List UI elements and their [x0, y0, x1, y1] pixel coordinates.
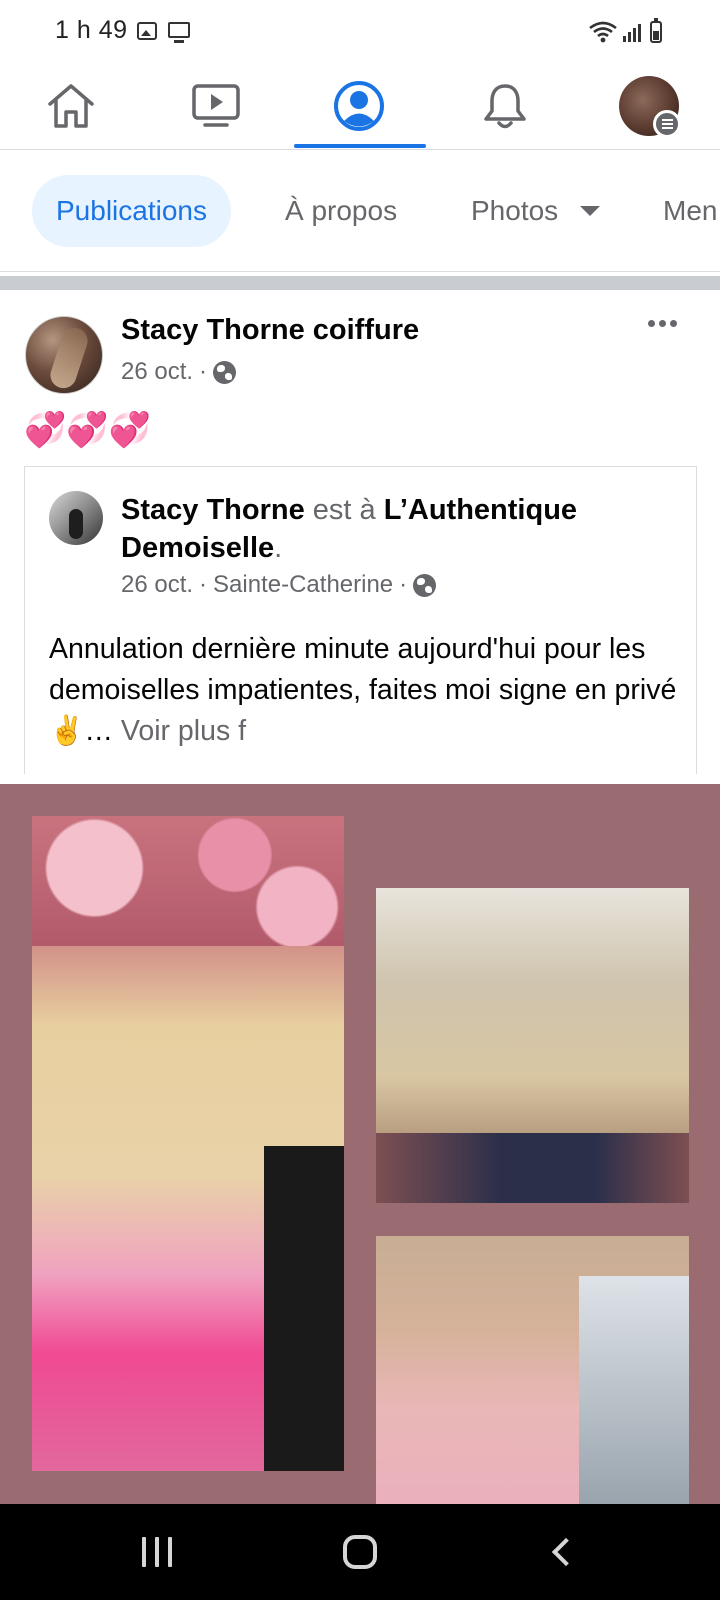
menu-icon: [653, 110, 681, 138]
nav-watch[interactable]: [151, 62, 281, 150]
nav-notifications[interactable]: [440, 62, 570, 150]
shared-verb: est à: [304, 494, 384, 526]
top-nav: [0, 62, 720, 150]
profile-icon: [334, 81, 384, 131]
shared-location[interactable]: Sainte-Catherine: [213, 571, 393, 599]
shared-place-suffix: .: [274, 532, 283, 564]
globe-icon: [413, 573, 437, 597]
tab-publications[interactable]: Publications: [32, 175, 231, 247]
nav-profile[interactable]: [294, 62, 424, 150]
battery-icon: [650, 18, 662, 43]
shared-header: Stacy Thorne est à L’Authentique Demoise…: [121, 491, 681, 567]
tab-more[interactable]: Men: [663, 175, 717, 247]
wifi-icon: [589, 21, 617, 43]
post-author-avatar[interactable]: [25, 316, 103, 394]
home-circle-icon: [343, 1535, 377, 1569]
post-meta: 26 oct. ·: [121, 358, 237, 386]
hair-photo-pastel-pink[interactable]: [376, 1236, 689, 1504]
meta-separator: ·: [199, 358, 208, 385]
see-more-link[interactable]: Voir plus f: [121, 715, 246, 747]
system-nav-bar: [0, 1504, 720, 1600]
bell-icon: [484, 84, 526, 129]
hair-photo-blonde[interactable]: [376, 888, 689, 1203]
post-text: 💞💞💞: [24, 411, 152, 449]
status-bar: 1 h 49: [0, 0, 720, 62]
tab-photos-label: Photos: [471, 195, 559, 226]
image-icon: [137, 22, 157, 40]
shared-date[interactable]: 26 oct.: [121, 571, 193, 599]
shared-author[interactable]: Stacy Thorne: [121, 494, 305, 526]
nav-menu[interactable]: [584, 62, 714, 150]
tab-a-propos[interactable]: À propos: [285, 175, 397, 247]
home-icon: [48, 84, 94, 128]
avatar: [619, 76, 681, 138]
post-date[interactable]: 26 oct.: [121, 358, 193, 386]
nav-home[interactable]: [6, 62, 136, 150]
meta-separator: ·: [199, 571, 208, 598]
profile-tabs: Publications À propos Photos Men: [0, 150, 720, 272]
active-tab-indicator: [294, 144, 426, 148]
hair-photo-pink-ombre[interactable]: [32, 816, 344, 1471]
meta-separator: ·: [399, 571, 408, 598]
signal-icon: [623, 24, 641, 42]
recents-icon: [142, 1537, 172, 1567]
shared-text: Annulation dernière minute aujourd'hui p…: [49, 629, 689, 752]
shared-post[interactable]: Stacy Thorne est à L’Authentique Demoise…: [24, 466, 697, 774]
globe-icon: [213, 360, 237, 384]
shared-author-avatar[interactable]: [49, 491, 103, 545]
status-time: 1 h 49: [55, 16, 128, 44]
monitor-icon: [168, 22, 190, 43]
photo-collage: [0, 784, 720, 1504]
shared-meta: 26 oct. · Sainte-Catherine ·: [121, 571, 437, 599]
watch-icon: [192, 84, 240, 127]
tab-photos[interactable]: Photos: [471, 175, 601, 247]
post-author[interactable]: Stacy Thorne coiffure: [121, 314, 419, 347]
back-chevron-icon: [551, 1537, 581, 1567]
post: Stacy Thorne coiffure 26 oct. · 💞💞💞 Stac…: [0, 290, 720, 784]
recents-button[interactable]: [97, 1504, 217, 1600]
more-options-icon[interactable]: [648, 320, 677, 327]
section-divider: [0, 276, 720, 290]
caret-down-icon: [580, 206, 601, 216]
back-button[interactable]: [501, 1504, 621, 1600]
home-button[interactable]: [300, 1504, 420, 1600]
